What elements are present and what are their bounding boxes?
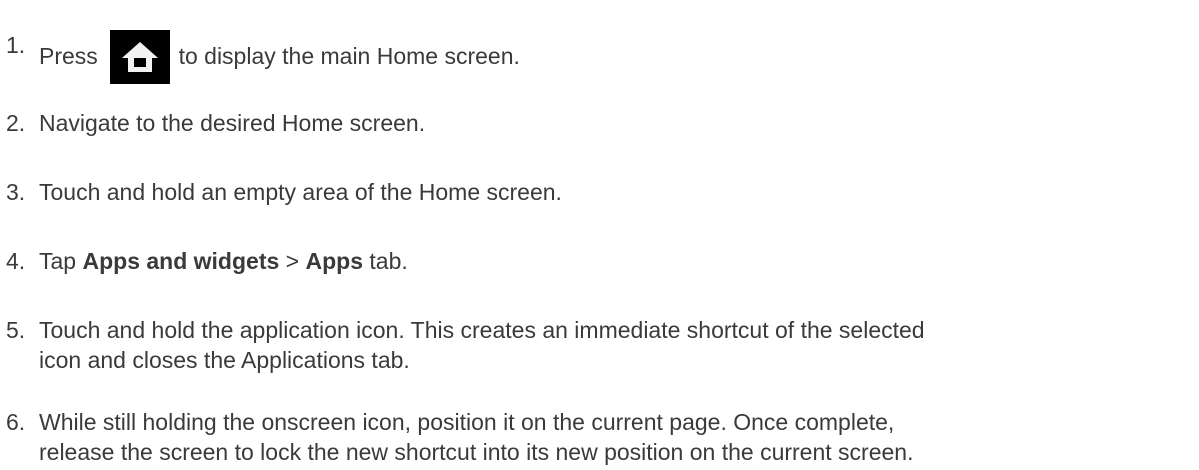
- step-text-line-1: Touch and hold the application icon. Thi…: [39, 317, 925, 343]
- apps-tab-label: Apps: [305, 248, 364, 274]
- step-text-after: to display the main Home screen.: [178, 43, 520, 69]
- apps-and-widgets-label: Apps and widgets: [82, 248, 280, 274]
- step-text: Press to display the main Home screen.: [39, 30, 1194, 84]
- step-text-pre: Tap: [39, 248, 77, 274]
- step-text-line-2: release the screen to lock the new short…: [39, 439, 914, 465]
- step-text: While still holding the onscreen icon, p…: [39, 407, 1194, 467]
- step-text-line-2: icon and closes the Applications tab.: [39, 347, 410, 373]
- separator: >: [285, 248, 300, 274]
- step-text-line-1: While still holding the onscreen icon, p…: [39, 409, 895, 435]
- home-key-icon: [110, 30, 171, 84]
- step-text: Touch and hold the application icon. Thi…: [39, 315, 1194, 375]
- step-text-before: Press: [39, 43, 98, 69]
- step-text: Touch and hold an empty area of the Home…: [39, 179, 562, 205]
- step-text: Navigate to the desired Home screen.: [39, 110, 426, 136]
- step-text-post: tab.: [369, 248, 408, 274]
- step-text: Tap Apps and widgets > Apps tab.: [39, 246, 1194, 276]
